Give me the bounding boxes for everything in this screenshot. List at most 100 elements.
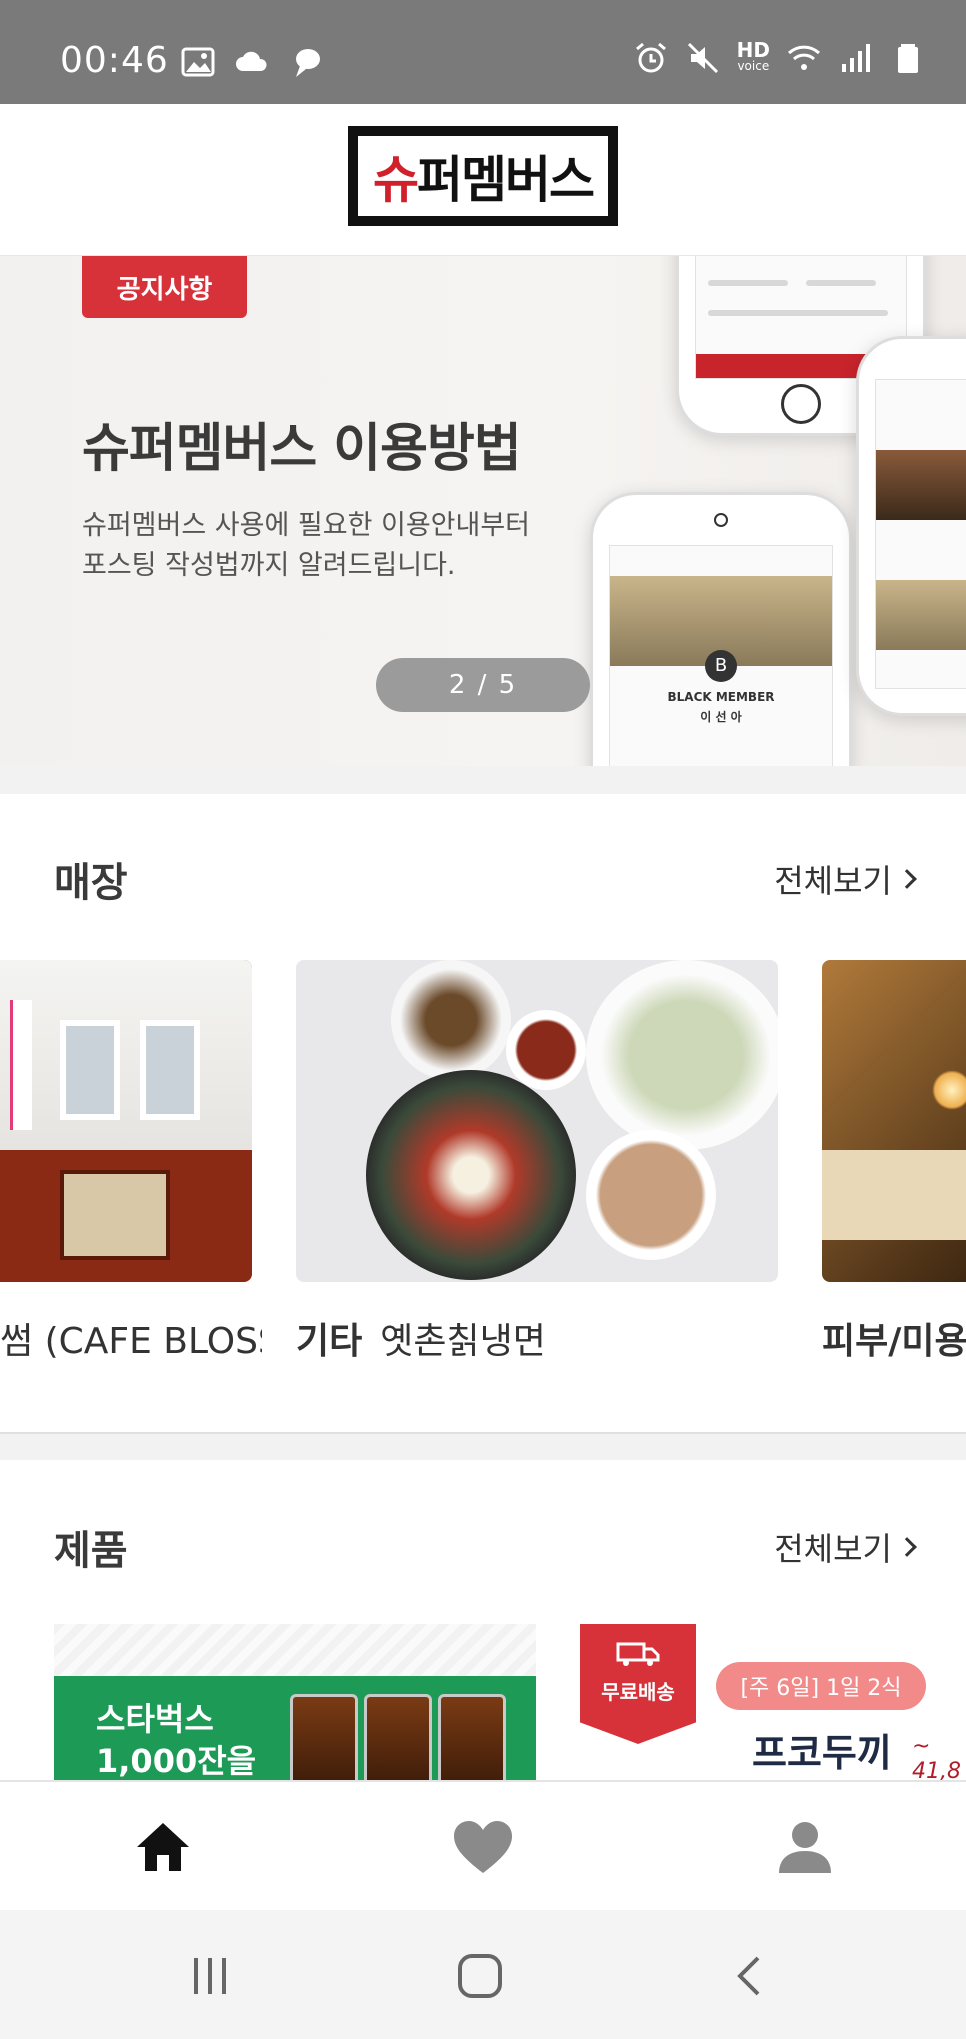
hd-voice-icon: HD voice <box>736 38 770 74</box>
wifi-icon <box>787 45 821 70</box>
product-1-banner: 스타벅스 1,000잔을 <box>54 1676 536 1780</box>
store-card-image-3[interactable] <box>822 960 966 1282</box>
logo-text-black: 퍼멤버스 <box>417 151 595 209</box>
chevron-right-icon <box>897 869 917 889</box>
products-see-all-button[interactable]: 전체보기 <box>774 1524 917 1570</box>
store-category-3: 피부/미용 <box>822 1321 966 1362</box>
back-icon <box>737 1956 760 1996</box>
logo-text-red: 슈 <box>373 151 419 209</box>
banner-description: 슈퍼멤버스 사용에 필요한 이용안내부터 포스팅 작성법까지 알려드립니다. <box>82 506 582 586</box>
phone-mockup-right <box>856 336 966 716</box>
coffee-cup <box>438 1694 506 1780</box>
screen-photo <box>876 450 966 520</box>
store-name-2: 옛촌칡냉면 <box>380 1321 546 1362</box>
banner-page-indicator: 2 / 5 <box>376 658 590 712</box>
cafe-window <box>140 1020 200 1120</box>
screen-photo <box>876 580 966 650</box>
status-left-icons <box>180 44 324 80</box>
phone-mockup-bottom: B BLACK MEMBER 이 선 아 <box>590 492 852 766</box>
section-divider <box>0 766 966 794</box>
mute-icon <box>687 42 718 74</box>
nav-home-button[interactable] <box>128 1812 198 1882</box>
nav-favorites-button[interactable] <box>448 1812 518 1882</box>
product-2-title: 프코두끼 <box>752 1731 892 1775</box>
recents-icon <box>194 1958 226 1994</box>
image-icon <box>181 47 215 77</box>
status-time: 00:46 <box>60 40 169 81</box>
app-header: 슈퍼멤버스 <box>0 104 966 256</box>
supermembers-logo[interactable]: 슈퍼멤버스 <box>348 126 618 226</box>
heart-icon <box>454 1821 512 1873</box>
phone-home-button <box>781 384 821 424</box>
system-navigation-bar <box>0 1910 966 2039</box>
store-category-2: 기타 <box>296 1321 363 1362</box>
cloud-icon <box>236 51 267 71</box>
phone-screen: B BLACK MEMBER 이 선 아 <box>609 545 833 766</box>
chat-icon <box>296 49 320 77</box>
screen-line <box>708 310 888 316</box>
coffee-cup <box>290 1694 358 1780</box>
hd-label: HD <box>736 38 770 62</box>
free-shipping-ribbon: 무료배송 <box>580 1624 696 1744</box>
stores-see-all-button[interactable]: 전체보기 <box>774 856 917 902</box>
product-1-text: 스타벅스 1,000잔을 <box>96 1698 256 1780</box>
system-home-button[interactable] <box>450 1948 510 2004</box>
phone-screen <box>875 379 966 689</box>
battery-icon <box>898 44 918 73</box>
products-section-title: 제품 <box>54 1528 128 1574</box>
food-noodle-bowl <box>366 1070 576 1280</box>
food-broth-bowl <box>586 1130 716 1260</box>
person-icon <box>779 1822 831 1873</box>
meal-plan-pill: [주 6일] 1일 2식 <box>716 1662 926 1710</box>
cafe-facade-top <box>0 960 252 1150</box>
spa-lamp <box>932 1070 966 1110</box>
iced-coffee-cups <box>290 1694 506 1780</box>
products-see-all-label: 전체보기 <box>774 1530 892 1568</box>
signal-icon <box>842 44 870 72</box>
screen-line <box>806 280 876 286</box>
free-shipping-label: 무료배송 <box>601 1680 675 1704</box>
home-icon <box>137 1823 189 1871</box>
stores-section-title: 매장 <box>54 860 128 906</box>
product-1-text-line2: 1,000잔을 <box>96 1742 257 1780</box>
food-plate-salad <box>391 960 511 1080</box>
food-sauce-bowl <box>506 1010 586 1090</box>
coffee-cup <box>364 1694 432 1780</box>
cafe-lower-window <box>60 1170 170 1260</box>
chevron-right-icon <box>897 1537 917 1557</box>
status-bar: 00:46 HD voice <box>0 0 966 104</box>
stores-see-all-label: 전체보기 <box>774 862 892 900</box>
truck-icon <box>616 1642 660 1666</box>
screen-member-label: BLACK MEMBER <box>667 690 775 704</box>
home-circle-icon <box>458 1954 502 1998</box>
store-label-1[interactable]: 썸 (CAFE BLOSSOM) <box>0 1312 262 1364</box>
spa-bed <box>822 1150 966 1240</box>
store-label-3[interactable]: 피부/미용 <box>822 1312 966 1364</box>
product-1-pattern <box>54 1624 536 1676</box>
product-1-text-line1: 스타벅스 <box>96 1700 214 1738</box>
product-card-1[interactable]: 스타벅스 1,000잔을 <box>54 1624 536 1780</box>
store-card-image-1[interactable] <box>0 960 252 1282</box>
logo-text: 슈퍼멤버스 <box>373 140 595 212</box>
banner-desc-line2: 포스팅 작성법까지 알려드립니다. <box>82 550 456 581</box>
section-divider <box>0 1432 966 1460</box>
food-dumpling-plate <box>586 960 778 1150</box>
store-label-2[interactable]: 기타 옛촌칡냉면 <box>296 1312 778 1364</box>
banner-desc-line1: 슈퍼멤버스 사용에 필요한 이용안내부터 <box>82 510 531 541</box>
product-card-2[interactable]: 무료배송 [주 6일] 1일 2식 프코두끼 ~ 41,8 <box>580 1624 966 1780</box>
notice-banner[interactable]: 공지사항 슈퍼멤버스 이용방법 슈퍼멤버스 사용에 필요한 이용안내부터 포스팅… <box>0 256 966 766</box>
status-right-icons: HD voice <box>633 40 926 76</box>
cafe-window <box>60 1020 120 1120</box>
nav-profile-button[interactable] <box>770 1812 840 1882</box>
voice-label: voice <box>737 59 770 73</box>
system-back-button[interactable] <box>720 1948 780 2004</box>
store-card-image-2[interactable] <box>296 960 778 1282</box>
recents-button[interactable] <box>180 1948 240 2004</box>
screen-line <box>708 280 788 286</box>
screen-member-mark: B <box>705 650 737 682</box>
screen-member-name: 이 선 아 <box>700 710 742 724</box>
banner-title: 슈퍼멤버스 이용방법 <box>82 419 522 479</box>
product-2-price: ~ 41,8 <box>912 1734 961 1780</box>
alarm-icon <box>635 42 666 73</box>
bottom-navigation <box>0 1780 966 1910</box>
